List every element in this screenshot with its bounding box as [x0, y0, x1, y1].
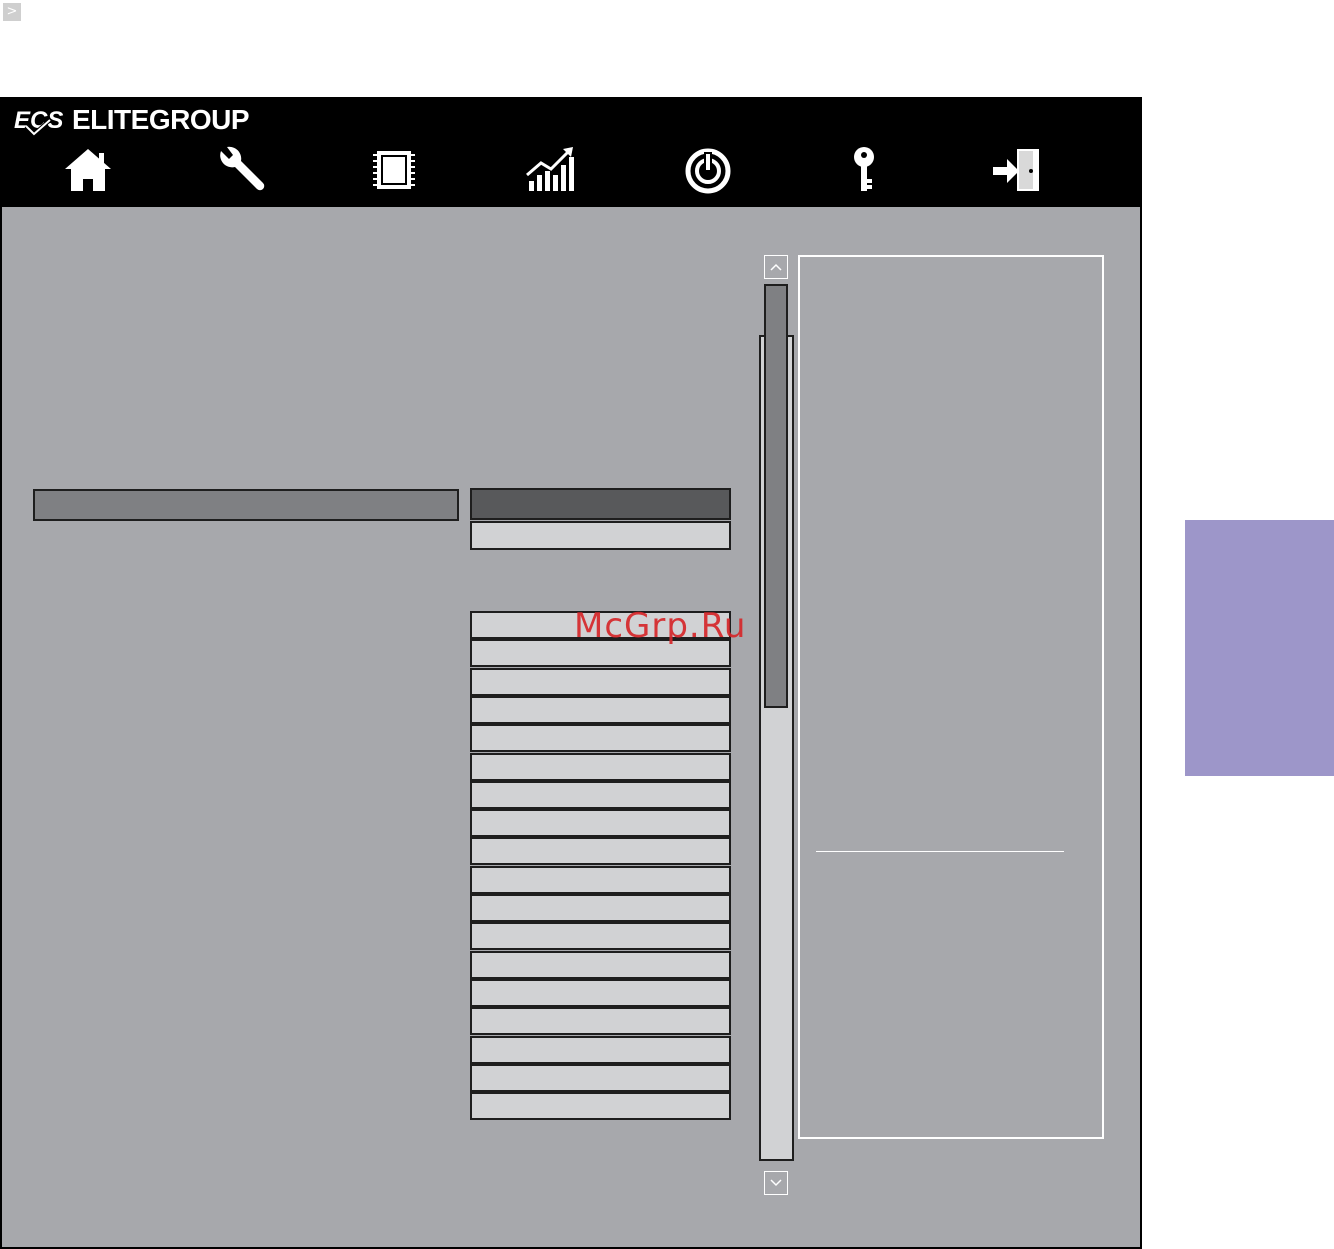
option-item[interactable]: [470, 1063, 731, 1092]
ecs-logo: ECS ELITEGROUP: [14, 104, 250, 137]
scroll-down-button[interactable]: [764, 1171, 788, 1195]
exit-icon[interactable]: [988, 143, 1048, 197]
chip-icon[interactable]: [364, 143, 424, 197]
option-item[interactable]: [470, 865, 731, 894]
chart-icon[interactable]: [520, 143, 580, 197]
top-bar: ECS ELITEGROUP: [2, 99, 1142, 207]
scroll-up-button[interactable]: [764, 255, 788, 279]
option-item[interactable]: [470, 894, 731, 922]
side-tab: [1185, 520, 1334, 776]
option-item[interactable]: [470, 780, 731, 809]
option-item[interactable]: [470, 1092, 731, 1121]
option-item[interactable]: [470, 695, 731, 724]
wrench-icon[interactable]: [210, 143, 270, 197]
highlighted-setting-row[interactable]: [33, 489, 459, 521]
option-item[interactable]: [470, 1007, 731, 1036]
option-item[interactable]: [470, 1035, 731, 1064]
help-panel: [798, 255, 1104, 1139]
option-item[interactable]: [470, 837, 731, 866]
key-icon[interactable]: [834, 143, 894, 197]
option-item[interactable]: [470, 922, 731, 951]
option-item[interactable]: [470, 978, 731, 1007]
option-item[interactable]: [470, 521, 731, 550]
watermark-text: McGrp.Ru: [574, 606, 747, 646]
option-item[interactable]: [470, 724, 731, 753]
ecs-logo-icon: ECS: [14, 106, 64, 137]
option-item[interactable]: [470, 809, 731, 838]
brand-name: ELITEGROUP: [72, 104, 250, 135]
selected-option[interactable]: [470, 488, 731, 520]
option-item[interactable]: [470, 667, 731, 696]
home-icon[interactable]: [58, 143, 118, 197]
option-item[interactable]: [470, 752, 731, 781]
expand-arrow-button[interactable]: >: [3, 3, 21, 21]
bios-window: ECS ELITEGROUP: [0, 97, 1142, 1249]
help-divider: [816, 851, 1064, 852]
option-item[interactable]: [470, 950, 731, 979]
scrollbar-thumb[interactable]: [764, 284, 788, 708]
power-icon[interactable]: [678, 143, 738, 197]
